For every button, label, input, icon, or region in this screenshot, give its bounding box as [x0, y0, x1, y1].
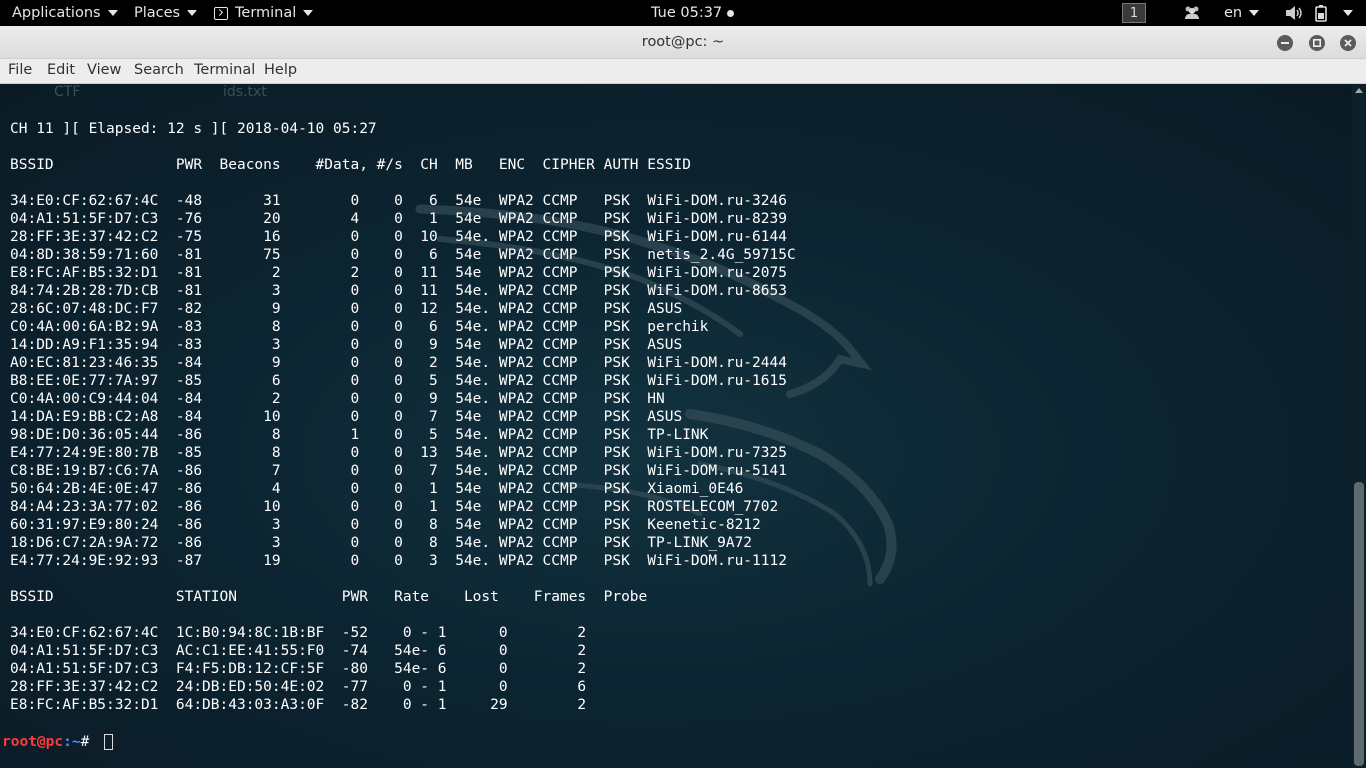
- clock[interactable]: Tue 05:37: [651, 0, 735, 26]
- ap-row: 84:A4:23:3A:77:02 -86 10 0 0 1 54e WPA2 …: [10, 499, 779, 515]
- ap-row: 28:6C:07:48:DC:F7 -82 9 0 0 12 54e. WPA2…: [10, 301, 683, 317]
- terminal-icon: [214, 6, 228, 20]
- ap-header: BSSID PWR Beacons #Data, #/s CH MB ENC C…: [10, 157, 691, 173]
- workspace-indicator[interactable]: 1: [1122, 0, 1146, 26]
- station-row: 28:FF:3E:37:42:C2 24:DB:ED:50:4E:02 -77 …: [10, 679, 587, 695]
- menu-bar: File Edit View Search Terminal Help: [0, 59, 1366, 84]
- terminal-app-menu[interactable]: Terminal: [214, 0, 314, 26]
- station-header: BSSID STATION PWR Rate Lost Frames Probe: [10, 589, 648, 605]
- scrollbar-thumb[interactable]: [1354, 482, 1364, 766]
- station-row: 04:A1:51:5F:D7:C3 F4:F5:DB:12:CF:5F -80 …: [10, 661, 587, 677]
- menu-terminal[interactable]: Terminal: [194, 62, 255, 78]
- places-label: Places: [134, 5, 181, 21]
- scroll-up-icon[interactable]: [1355, 88, 1363, 93]
- window-titlebar[interactable]: root@pc: ~: [0, 26, 1366, 59]
- minimize-icon: [1281, 42, 1289, 44]
- desktop-label-ctf: CTF: [54, 84, 81, 100]
- clock-label: Tue 05:37: [651, 5, 723, 21]
- language-menu[interactable]: en: [1224, 0, 1260, 26]
- terminal-view[interactable]: CTF ids.txt CH 11 ][ Elapsed: 12 s ][ 20…: [0, 84, 1366, 768]
- applications-menu[interactable]: Applications: [12, 0, 118, 26]
- places-menu[interactable]: Places: [134, 0, 198, 26]
- ap-row: 14:DA:E9:BB:C2:A8 -84 10 0 0 7 54e WPA2 …: [10, 409, 683, 425]
- text-cursor: [104, 734, 114, 750]
- ap-row: A0:EC:81:23:46:35 -84 9 0 0 2 54e. WPA2 …: [10, 355, 787, 371]
- terminal-output: CH 11 ][ Elapsed: 12 s ][ 2018-04-10 05:…: [10, 120, 796, 714]
- applications-label: Applications: [12, 5, 101, 21]
- menu-view[interactable]: View: [87, 62, 121, 78]
- ap-row: 04:8D:38:59:71:60 -81 75 0 0 6 54e WPA2 …: [10, 247, 796, 263]
- menu-search[interactable]: Search: [134, 62, 184, 78]
- notification-dot-icon: [727, 9, 735, 17]
- ap-row: C0:4A:00:C9:44:04 -84 2 0 0 9 54e. WPA2 …: [10, 391, 665, 407]
- shell-prompt[interactable]: root@pc:~ #: [2, 733, 114, 751]
- top-bar: Applications Places Terminal Tue 05:37 1…: [0, 0, 1366, 26]
- ap-row: E8:FC:AF:B5:32:D1 -81 2 2 0 11 54e WPA2 …: [10, 265, 787, 281]
- prompt-symbol: #: [80, 734, 99, 750]
- close-icon: [1344, 39, 1352, 47]
- ap-row: C0:4A:00:6A:B2:9A -83 8 0 0 6 54e. WPA2 …: [10, 319, 709, 335]
- terminal-app-label: Terminal: [235, 5, 297, 21]
- maximize-button[interactable]: [1309, 35, 1325, 51]
- language-label: en: [1224, 5, 1243, 21]
- close-button[interactable]: [1340, 35, 1356, 51]
- window-title: root@pc: ~: [641, 34, 725, 50]
- maximize-icon: [1313, 39, 1321, 47]
- chevron-down-icon: [187, 10, 198, 16]
- prompt-path: :~: [63, 734, 81, 750]
- menu-edit[interactable]: Edit: [47, 62, 75, 78]
- ap-row: C8:BE:19:B7:C6:7A -86 7 0 0 7 54e. WPA2 …: [10, 463, 787, 479]
- power-menu[interactable]: [1336, 0, 1353, 26]
- ap-row: E4:77:24:9E:80:7B -85 8 0 0 13 54e. WPA2…: [10, 445, 787, 461]
- station-row: 34:E0:CF:62:67:4C 1C:B0:94:8C:1B:BF -52 …: [10, 625, 587, 641]
- ap-row: 14:DD:A9:F1:35:94 -83 3 0 0 9 54e WPA2 C…: [10, 337, 683, 353]
- chevron-down-icon: [303, 10, 314, 16]
- ap-row: 98:DE:D0:36:05:44 -86 8 1 0 5 54e. WPA2 …: [10, 427, 709, 443]
- minimize-button[interactable]: [1277, 35, 1293, 51]
- ap-row: 60:31:97:E9:80:24 -86 3 0 0 8 54e WPA2 C…: [10, 517, 761, 533]
- ap-row: 50:64:2B:4E:0E:47 -86 4 0 0 1 54e WPA2 C…: [10, 481, 744, 497]
- station-row: 04:A1:51:5F:D7:C3 AC:C1:EE:41:55:F0 -74 …: [10, 643, 587, 659]
- chevron-down-icon: [1249, 10, 1260, 16]
- ap-row: 28:FF:3E:37:42:C2 -75 16 0 0 10 54e. WPA…: [10, 229, 787, 245]
- workspace-number: 1: [1122, 3, 1146, 23]
- menu-help[interactable]: Help: [264, 62, 297, 78]
- menu-file[interactable]: File: [8, 62, 32, 78]
- chevron-down-icon: [107, 10, 118, 16]
- ap-row: B8:EE:0E:77:7A:97 -85 6 0 0 5 54e. WPA2 …: [10, 373, 787, 389]
- prompt-user-host: root@pc: [2, 734, 64, 750]
- ap-row: 84:74:2B:28:7D:CB -81 3 0 0 11 54e. WPA2…: [10, 283, 787, 299]
- battery-icon[interactable]: [1313, 0, 1329, 26]
- people-icon[interactable]: [1183, 0, 1201, 26]
- station-row: E8:FC:AF:B5:32:D1 64:DB:43:03:A3:0F -82 …: [10, 697, 587, 713]
- ap-row: 34:E0:CF:62:67:4C -48 31 0 0 6 54e WPA2 …: [10, 193, 787, 209]
- terminal-scrollbar[interactable]: [1352, 84, 1366, 768]
- chevron-down-icon: [1343, 10, 1353, 16]
- status-line: CH 11 ][ Elapsed: 12 s ][ 2018-04-10 05:…: [10, 121, 377, 137]
- ap-row: E4:77:24:9E:92:93 -87 19 0 0 3 54e. WPA2…: [10, 553, 787, 569]
- ap-row: 04:A1:51:5F:D7:C3 -76 20 4 0 1 54e WPA2 …: [10, 211, 787, 227]
- ap-row: 18:D6:C7:2A:9A:72 -86 3 0 0 8 54e. WPA2 …: [10, 535, 753, 551]
- desktop-label-ids: ids.txt: [223, 84, 267, 100]
- volume-icon[interactable]: [1285, 0, 1303, 26]
